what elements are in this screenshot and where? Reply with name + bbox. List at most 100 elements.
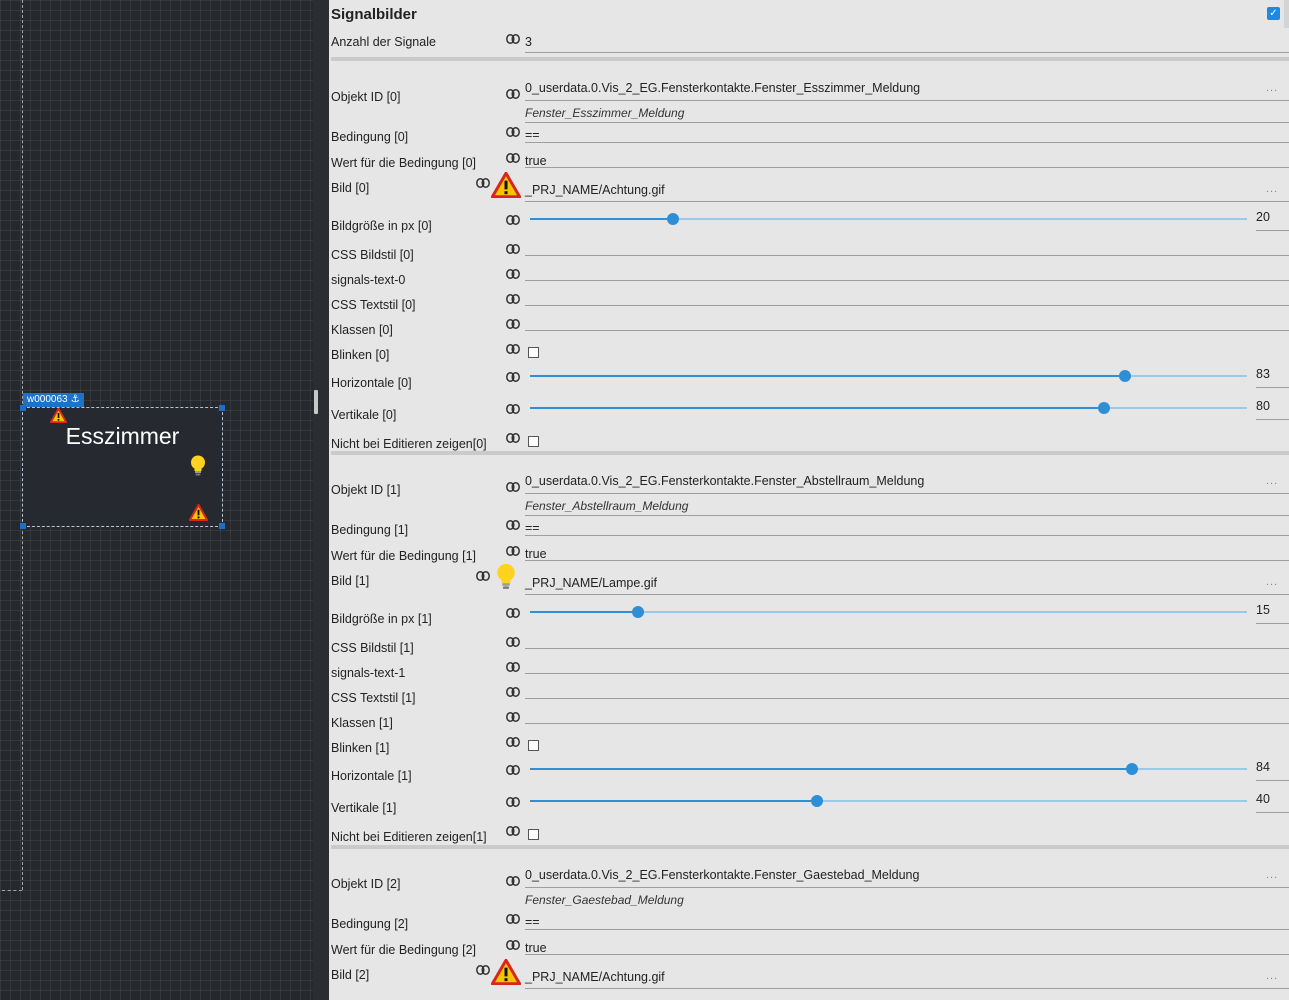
slider-thumb[interactable] [1126, 763, 1139, 775]
resize-handle-sw[interactable] [20, 523, 26, 529]
slider-fill [530, 407, 1104, 409]
link-icon[interactable] [476, 571, 490, 581]
selected-widget[interactable]: Esszimmer [20, 405, 225, 529]
link-icon[interactable] [506, 433, 520, 443]
browse-button[interactable]: ... [1266, 576, 1278, 588]
field-underline [1256, 623, 1289, 624]
link-icon[interactable] [506, 34, 520, 44]
browse-button[interactable]: ... [1266, 475, 1278, 487]
scrollbar[interactable] [1284, 0, 1289, 28]
objekt-id-input[interactable]: 0_userdata.0.Vis_2_EG.Fensterkontakte.Fe… [525, 81, 920, 95]
wert-input[interactable]: true [525, 547, 547, 561]
link-icon[interactable] [506, 482, 520, 492]
bild-input[interactable]: _PRJ_NAME/Lampe.gif [525, 576, 657, 590]
field-underline [525, 698, 1289, 699]
group-header[interactable]: Signalbilder ✓ [329, 0, 1289, 28]
link-icon[interactable] [506, 797, 520, 807]
link-icon[interactable] [506, 127, 520, 137]
field-underline [1256, 780, 1289, 781]
link-icon[interactable] [476, 965, 490, 975]
slider-thumb[interactable] [631, 606, 644, 618]
nicht-editieren-checkbox[interactable] [528, 829, 539, 840]
link-icon[interactable] [506, 372, 520, 382]
link-icon[interactable] [506, 608, 520, 618]
groesse-slider[interactable] [530, 213, 1247, 225]
resize-handle-ne[interactable] [219, 405, 225, 411]
blinken-checkbox[interactable] [528, 740, 539, 751]
blinken-checkbox[interactable] [528, 347, 539, 358]
slider-thumb[interactable] [667, 213, 680, 225]
vertikal-value[interactable]: 80 [1256, 399, 1270, 413]
slider-thumb[interactable] [810, 795, 823, 807]
link-icon[interactable] [506, 215, 520, 225]
link-icon[interactable] [506, 546, 520, 556]
bedingung-input[interactable]: == [525, 521, 540, 535]
slider-fill [530, 800, 817, 802]
widget-id-tag[interactable]: w000063 ⚓ [23, 393, 84, 407]
field-underline [525, 201, 1289, 202]
wert-input[interactable]: true [525, 154, 547, 168]
link-icon[interactable] [506, 712, 520, 722]
browse-button[interactable]: ... [1266, 82, 1278, 94]
link-icon[interactable] [506, 404, 520, 414]
bild-input[interactable]: _PRJ_NAME/Achtung.gif [525, 183, 665, 197]
link-icon[interactable] [506, 153, 520, 163]
link-icon[interactable] [506, 826, 520, 836]
link-icon[interactable] [506, 269, 520, 279]
objekt-id-input[interactable]: 0_userdata.0.Vis_2_EG.Fensterkontakte.Fe… [525, 474, 924, 488]
vertikal-value[interactable]: 40 [1256, 792, 1270, 806]
slider-thumb[interactable] [1097, 402, 1110, 414]
link-icon[interactable] [506, 520, 520, 530]
link-icon[interactable] [506, 637, 520, 647]
link-icon[interactable] [506, 89, 520, 99]
horizontal-slider[interactable] [530, 370, 1247, 382]
bedingung-input[interactable]: == [525, 128, 540, 142]
bedingung-input[interactable]: == [525, 915, 540, 929]
divider-grip[interactable] [314, 390, 318, 414]
link-icon[interactable] [506, 662, 520, 672]
slider-fill [530, 611, 638, 613]
link-icon[interactable] [506, 244, 520, 254]
field-underline [525, 954, 1289, 955]
groesse-value[interactable]: 20 [1256, 210, 1270, 224]
slider-fill [530, 218, 674, 220]
editor-canvas[interactable]: w000063 ⚓ Esszimmer [0, 0, 313, 1000]
horizontal-value[interactable]: 83 [1256, 367, 1270, 381]
groesse-value[interactable]: 15 [1256, 603, 1270, 617]
field-underline [525, 255, 1289, 256]
resize-handle-se[interactable] [219, 523, 225, 529]
bild-label: Bild [1] [331, 574, 370, 588]
link-icon[interactable] [506, 737, 520, 747]
link-icon[interactable] [506, 940, 520, 950]
browse-button[interactable]: ... [1266, 970, 1278, 982]
link-icon[interactable] [506, 687, 520, 697]
link-icon[interactable] [506, 914, 520, 924]
group-enabled-checkbox[interactable]: ✓ [1267, 7, 1280, 20]
vertikal-slider[interactable] [530, 402, 1247, 414]
signal-text-label: signals-text-1 [331, 666, 406, 680]
link-icon[interactable] [506, 319, 520, 329]
horizontal-value[interactable]: 84 [1256, 760, 1270, 774]
link-icon[interactable] [506, 294, 520, 304]
css-bildstil-label: CSS Bildstil [0] [331, 248, 414, 262]
blinken-label: Blinken [0] [331, 348, 390, 362]
horizontal-slider[interactable] [530, 763, 1247, 775]
wert-input[interactable]: true [525, 941, 547, 955]
link-icon[interactable] [476, 178, 490, 188]
link-icon[interactable] [506, 876, 520, 886]
browse-button[interactable]: ... [1266, 869, 1278, 881]
link-icon[interactable] [506, 344, 520, 354]
panel-divider[interactable] [313, 0, 329, 1000]
objekt-id-input[interactable]: 0_userdata.0.Vis_2_EG.Fensterkontakte.Fe… [525, 868, 919, 882]
count-value[interactable]: 3 [525, 35, 532, 49]
nicht-editieren-checkbox[interactable] [528, 436, 539, 447]
bild-input[interactable]: _PRJ_NAME/Achtung.gif [525, 970, 665, 984]
slider-thumb[interactable] [1119, 370, 1132, 382]
groesse-slider[interactable] [530, 606, 1247, 618]
field-underline [525, 988, 1289, 989]
resize-handle-nw[interactable] [20, 405, 26, 411]
warning-icon [188, 503, 209, 526]
link-icon[interactable] [506, 765, 520, 775]
browse-button[interactable]: ... [1266, 183, 1278, 195]
vertikal-slider[interactable] [530, 795, 1247, 807]
